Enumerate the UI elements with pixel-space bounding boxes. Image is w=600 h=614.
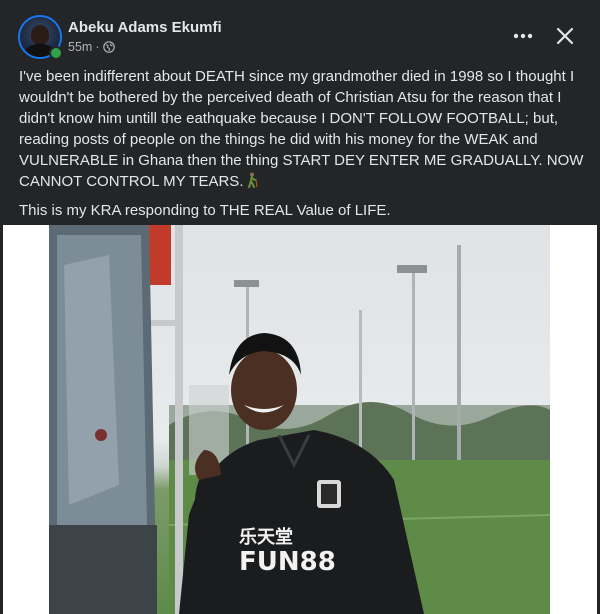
person-walking-with-cane-icon	[246, 172, 260, 188]
shirt-sponsor-chinese: 乐天堂	[239, 526, 293, 548]
post-meta: 55m ·	[68, 40, 115, 54]
post-paragraph-1-text: I've been indifferent about DEATH since …	[19, 68, 584, 190]
avatar-face	[31, 25, 49, 45]
post-header: Abeku Adams Ekumfi 55m ·	[20, 17, 580, 60]
post-paragraph-2: This is my KRA responding to THE REAL Va…	[19, 202, 391, 219]
more-options-button[interactable]	[508, 21, 538, 51]
post-paragraph-1: I've been indifferent about DEATH since …	[19, 66, 584, 192]
post-time[interactable]: 55m	[68, 40, 92, 54]
shirt-sponsor-text: FUN88	[239, 547, 336, 577]
close-icon	[556, 27, 574, 45]
post-text: I've been indifferent about DEATH since …	[19, 66, 584, 221]
author-name[interactable]: Abeku Adams Ekumfi	[68, 19, 222, 36]
post-photo[interactable]: 乐天堂 FUN88	[3, 225, 597, 614]
footballer-photo: 乐天堂 FUN88	[49, 225, 550, 614]
meta-separator: ·	[95, 40, 100, 54]
facebook-post: Abeku Adams Ekumfi 55m · I've been indif…	[0, 0, 600, 614]
more-horizontal-icon	[513, 33, 533, 39]
photo-scene: 乐天堂 FUN88	[49, 225, 550, 614]
online-status-dot	[49, 46, 63, 60]
close-post-button[interactable]	[550, 21, 580, 51]
globe-icon[interactable]	[102, 41, 115, 53]
